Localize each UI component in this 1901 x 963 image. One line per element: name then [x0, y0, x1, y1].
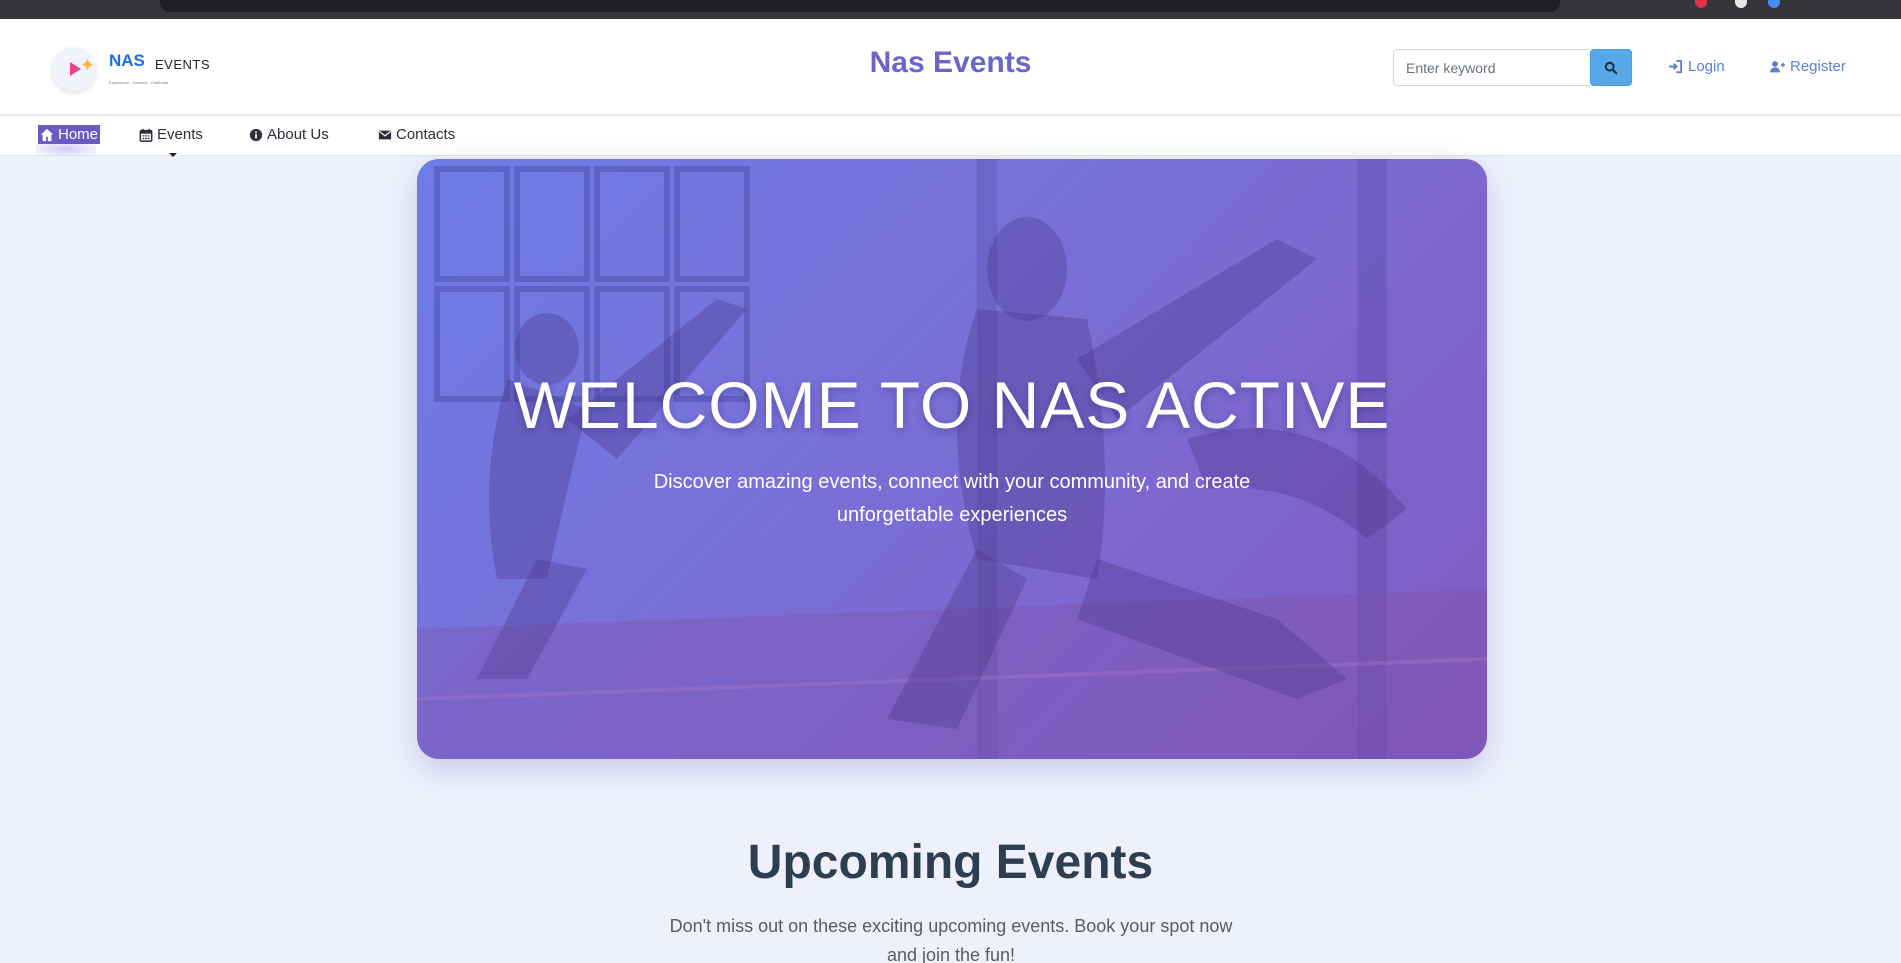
nav-item-label: Events — [157, 126, 203, 143]
nav-item-label: Home — [58, 126, 99, 143]
login-label: Login — [1688, 58, 1725, 75]
section-subtitle: Don't miss out on these exciting upcomin… — [669, 916, 1233, 963]
logo-tagline: Experience · Connect · Celebrate — [109, 80, 169, 85]
active-indicator — [36, 142, 96, 156]
hero-background-image — [417, 159, 1487, 759]
user-plus-icon — [1770, 61, 1785, 73]
nav-item-about[interactable]: About Us — [249, 126, 329, 143]
main-nav: Home Events About Us Contacts — [0, 116, 1901, 157]
home-icon — [40, 128, 54, 141]
site-header: ✦ NAS EVENTS Experience · Connect · Cele… — [0, 19, 1901, 116]
register-link[interactable]: Register — [1770, 58, 1846, 75]
search-form — [1393, 49, 1632, 86]
nav-item-events[interactable]: Events — [139, 126, 203, 143]
extension-icon[interactable] — [1695, 0, 1707, 8]
section-title: Upcoming Events — [747, 836, 1154, 889]
address-bar[interactable] — [160, 0, 1560, 12]
search-icon — [1604, 61, 1618, 74]
info-icon — [249, 128, 263, 141]
search-input[interactable] — [1393, 49, 1590, 86]
login-link[interactable]: Login — [1668, 58, 1725, 75]
hero-title: WELCOME TO NAS ACTIVE — [513, 368, 1391, 442]
sign-in-icon — [1668, 59, 1683, 74]
hero-subtitle: Discover amazing events, connect with yo… — [653, 471, 1251, 526]
chevron-down-icon[interactable] — [169, 153, 177, 157]
extension-icon[interactable] — [1735, 0, 1747, 8]
nav-item-label: Contacts — [396, 126, 456, 143]
nav-item-label: About Us — [267, 126, 329, 143]
browser-toolbar — [0, 0, 1901, 19]
search-button[interactable] — [1590, 49, 1632, 86]
register-label: Register — [1790, 58, 1846, 75]
envelope-icon — [378, 130, 392, 139]
calendar-icon — [139, 128, 153, 142]
nav-item-home[interactable]: Home — [38, 125, 101, 144]
profile-icon[interactable] — [1768, 0, 1780, 8]
nav-item-contacts[interactable]: Contacts — [378, 126, 455, 143]
hero-banner: WELCOME TO NAS ACTIVE Discover amazing e… — [417, 159, 1487, 759]
